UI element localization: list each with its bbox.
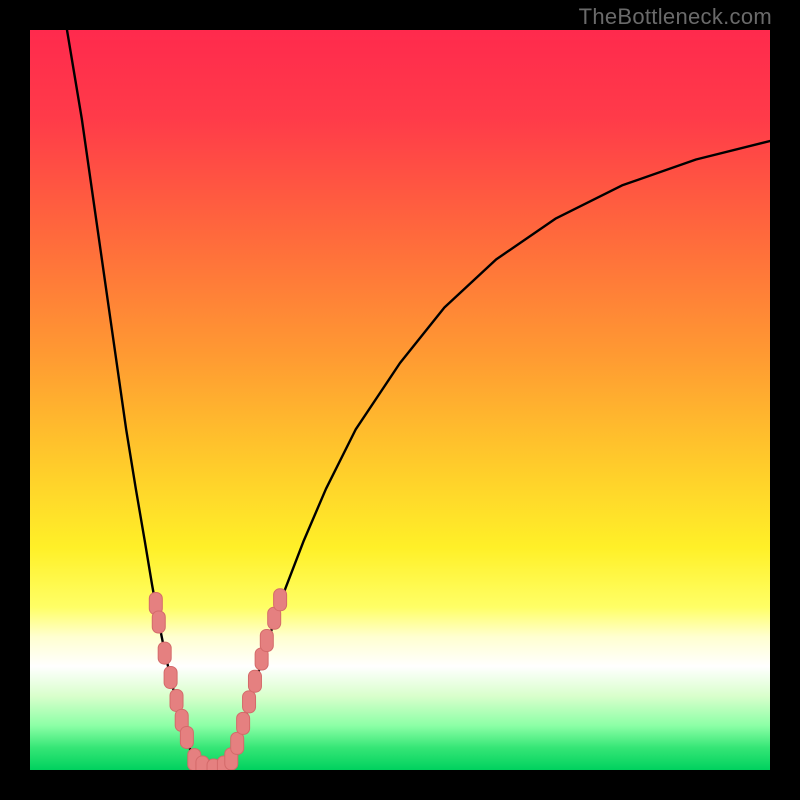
- marker-point: [248, 670, 261, 692]
- marker-point: [260, 630, 273, 652]
- marker-group: [149, 589, 286, 770]
- marker-point: [274, 589, 287, 611]
- bottleneck-curve: [67, 30, 770, 770]
- marker-point: [231, 732, 244, 754]
- plot-area: [30, 30, 770, 770]
- marker-point: [164, 667, 177, 689]
- marker-point: [243, 691, 256, 713]
- watermark-text: TheBottleneck.com: [579, 4, 772, 30]
- marker-point: [170, 689, 183, 711]
- marker-point: [180, 726, 193, 748]
- marker-point: [158, 642, 171, 664]
- curve-layer: [30, 30, 770, 770]
- marker-point: [152, 611, 165, 633]
- chart-frame: TheBottleneck.com: [0, 0, 800, 800]
- marker-point: [237, 712, 250, 734]
